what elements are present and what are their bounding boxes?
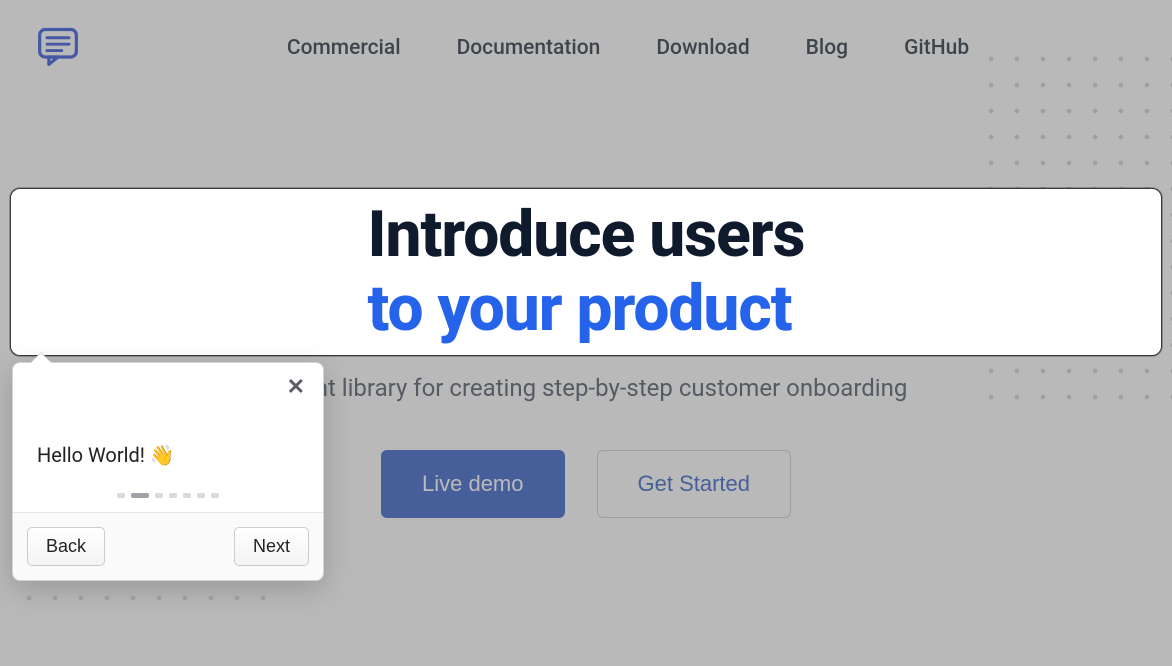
logo[interactable] — [36, 24, 80, 72]
popover-footer: Back Next — [13, 512, 323, 580]
nav-link-github[interactable]: GitHub — [904, 36, 969, 60]
back-button[interactable]: Back — [27, 527, 105, 566]
get-started-button[interactable]: Get Started — [597, 450, 792, 518]
nav-link-blog[interactable]: Blog — [806, 36, 848, 60]
headline-line-1: Introduce users — [368, 197, 805, 272]
live-demo-button[interactable]: Live demo — [381, 450, 565, 518]
headline-highlight-box: Introduce users to your product — [10, 188, 1162, 356]
close-icon[interactable]: ✕ — [287, 377, 305, 399]
step-dot — [117, 493, 125, 498]
next-button[interactable]: Next — [234, 527, 309, 566]
step-dot — [211, 493, 219, 498]
headline-line-2: to your product — [368, 271, 792, 346]
nav-links: Commercial Documentation Download Blog G… — [120, 36, 1136, 60]
step-dot — [197, 493, 205, 498]
step-dot-active — [131, 493, 149, 498]
step-dot — [183, 493, 191, 498]
nav-link-download[interactable]: Download — [656, 36, 749, 60]
popover-message: Hello World! 👋 — [13, 363, 323, 493]
step-indicator — [13, 493, 323, 512]
chat-bubble-logo-icon — [36, 24, 80, 68]
hero-headline: Introduce users to your product — [368, 198, 805, 345]
step-dot — [155, 493, 163, 498]
tour-popover: ✕ Hello World! 👋 Back Next — [12, 362, 324, 581]
nav-link-commercial[interactable]: Commercial — [287, 36, 401, 60]
nav-link-documentation[interactable]: Documentation — [457, 36, 601, 60]
top-nav: Commercial Documentation Download Blog G… — [0, 0, 1172, 72]
step-dot — [169, 493, 177, 498]
